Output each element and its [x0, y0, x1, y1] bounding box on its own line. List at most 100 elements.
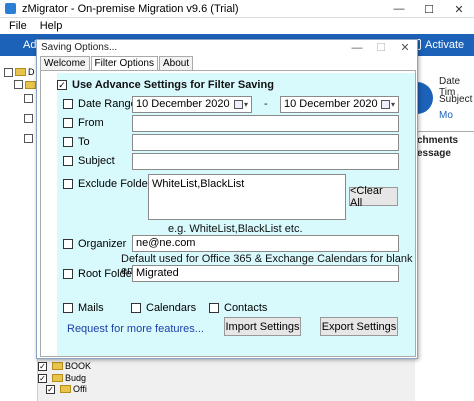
import-settings-button[interactable]: Import Settings: [224, 317, 301, 336]
calendars-option: Calendars: [131, 302, 196, 314]
to-label: To: [78, 136, 90, 148]
more-link[interactable]: Mo: [439, 110, 453, 121]
use-advance-row: ✓ Use Advance Settings for Filter Saving: [57, 79, 274, 91]
tree-node[interactable]: [14, 80, 38, 89]
tree-item-budget[interactable]: ✓ Budg: [38, 373, 86, 383]
contacts-checkbox[interactable]: [209, 303, 219, 313]
date-to-picker[interactable]: 10 December 2020 ▾: [280, 96, 399, 113]
folder-tree[interactable]: D: [0, 56, 38, 401]
app-title: zMigrator - On-premise Migration v9.6 (T…: [22, 2, 239, 15]
tree-checkbox[interactable]: [24, 114, 33, 123]
dialog-tabs: Welcome Filter Options About: [40, 56, 194, 70]
dialog-maximize-button[interactable]: ☐: [369, 40, 393, 56]
root-folder-label: Root Folder: [78, 268, 136, 280]
saving-options-dialog: Saving Options... — ☐ ✕ Welcome Filter O…: [36, 39, 418, 359]
request-features-link[interactable]: Request for more features...: [67, 323, 204, 335]
date-from-value: 10 December 2020: [136, 98, 230, 110]
app-titlebar: zMigrator - On-premise Migration v9.6 (T…: [0, 0, 474, 18]
root-folder-checkbox[interactable]: [63, 269, 73, 279]
tab-filter-options[interactable]: Filter Options: [90, 56, 158, 70]
tree-checkbox[interactable]: [4, 67, 13, 77]
exclude-folders-label: Exclude Folders: [78, 178, 157, 190]
tab-welcome[interactable]: Welcome: [40, 56, 90, 70]
message-header: essage: [417, 148, 451, 159]
calendar-dropdown-icon[interactable]: ▾: [234, 99, 248, 110]
folder-icon: [15, 68, 26, 76]
tree-item-office[interactable]: ✓ Offi: [46, 384, 87, 394]
app-logo-icon: [5, 3, 16, 14]
activate-button[interactable]: Activate: [425, 39, 464, 51]
subject-label: Subject: [78, 155, 115, 167]
calendars-checkbox[interactable]: [131, 303, 141, 313]
to-row: To: [63, 136, 90, 148]
exclude-folders-textarea[interactable]: WhiteList,BlackList: [148, 174, 346, 220]
subject-checkbox[interactable]: [63, 156, 73, 166]
date-range-row: Date Range: [63, 98, 137, 110]
contacts-label: Contacts: [224, 302, 268, 314]
root-folder-row: Root Folder: [63, 268, 135, 280]
clear-all-button[interactable]: <Clear All: [349, 185, 398, 209]
to-checkbox[interactable]: [63, 137, 73, 147]
folder-icon: [52, 374, 63, 382]
export-settings-button[interactable]: Export Settings: [320, 317, 398, 336]
from-input[interactable]: [132, 115, 399, 132]
app-maximize-button[interactable]: ☐: [414, 0, 444, 18]
tree-item-book[interactable]: ✓ BOOK: [38, 361, 91, 371]
contacts-option: Contacts: [209, 302, 267, 314]
date-from-picker[interactable]: 10 December 2020 ▾: [132, 96, 252, 113]
exclude-folders-row: Exclude Folders: [63, 178, 157, 190]
date-range-separator: -: [264, 98, 268, 110]
dialog-minimize-button[interactable]: —: [345, 40, 369, 56]
tree-checkbox[interactable]: [14, 80, 23, 89]
pane-divider: [415, 131, 474, 132]
tree-checkbox[interactable]: [24, 134, 33, 143]
date-range-label: Date Range: [78, 98, 137, 110]
mails-checkbox[interactable]: [63, 303, 73, 313]
attachments-header: chments: [417, 135, 459, 146]
filter-options-panel: ✓ Use Advance Settings for Filter Saving…: [40, 70, 416, 357]
menu-help[interactable]: Help: [40, 20, 63, 32]
dialog-close-button[interactable]: ✕: [393, 40, 417, 56]
from-row: From: [63, 117, 104, 129]
tree-item-checkbox[interactable]: ✓: [38, 373, 47, 383]
folder-icon: [52, 362, 63, 370]
mails-option: Mails: [63, 302, 104, 314]
use-advance-label: Use Advance Settings for Filter Saving: [72, 79, 274, 91]
tree-node[interactable]: [24, 114, 35, 123]
exclude-folders-checkbox[interactable]: [63, 179, 73, 189]
tree-item-label: Offi: [73, 384, 87, 394]
app-close-button[interactable]: ✕: [444, 0, 474, 18]
calendar-dropdown-icon[interactable]: ▾: [381, 99, 395, 110]
folder-icon: [60, 385, 71, 393]
use-advance-checkbox[interactable]: ✓: [57, 80, 67, 90]
app-minimize-button[interactable]: —: [384, 0, 414, 18]
menu-bar: File Help: [0, 18, 474, 34]
tree-root-label: D: [28, 67, 35, 77]
organizer-row: Organizer: [63, 238, 126, 250]
from-checkbox[interactable]: [63, 118, 73, 128]
subject-input[interactable]: [132, 153, 399, 170]
organizer-label: Organizer: [78, 238, 127, 250]
tab-about[interactable]: About: [158, 56, 194, 70]
date-to-value: 10 December 2020: [284, 98, 378, 110]
tree-root-node[interactable]: D: [4, 67, 35, 77]
tree-checkbox[interactable]: [24, 94, 33, 103]
calendars-label: Calendars: [146, 302, 197, 314]
tree-node[interactable]: [24, 94, 35, 103]
dialog-title: Saving Options...: [41, 42, 118, 53]
organizer-checkbox[interactable]: [63, 239, 73, 249]
root-folder-input[interactable]: Migrated: [132, 265, 399, 282]
date-range-checkbox[interactable]: [63, 99, 73, 109]
filter-options-area: ✓ Use Advance Settings for Filter Saving…: [57, 73, 415, 356]
exclude-folders-example: e.g. WhiteList,BlackList etc.: [168, 223, 303, 235]
menu-file[interactable]: File: [9, 20, 27, 32]
from-label: From: [78, 117, 104, 129]
tree-item-checkbox[interactable]: ✓: [46, 384, 55, 394]
tree-item-label: Budg: [65, 373, 87, 383]
tree-node[interactable]: [24, 134, 35, 143]
to-input[interactable]: [132, 134, 399, 151]
organizer-input[interactable]: ne@ne.com: [132, 235, 399, 252]
folder-icon: [25, 80, 36, 89]
mails-label: Mails: [78, 302, 104, 314]
tree-item-checkbox[interactable]: ✓: [38, 361, 47, 371]
